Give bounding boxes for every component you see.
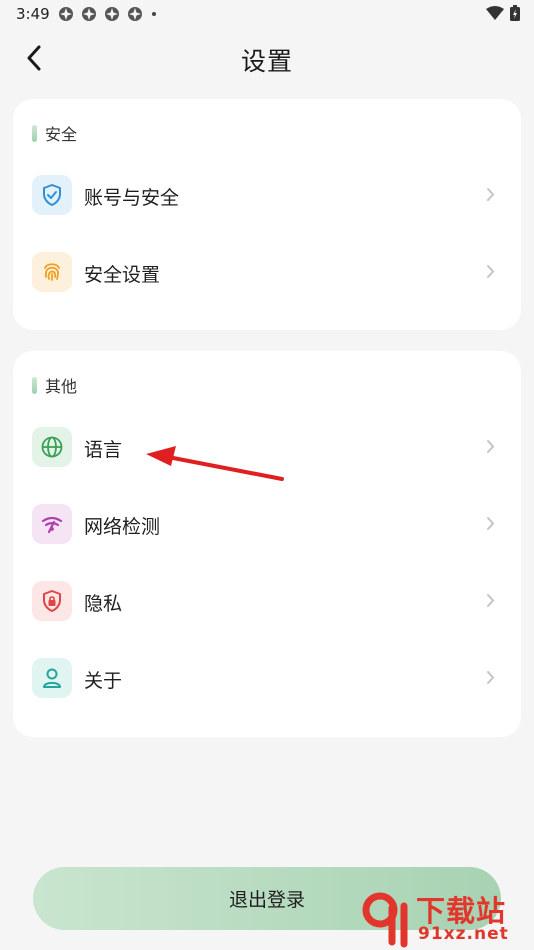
notification-app-icon [128,7,142,21]
item-label: 关于 [84,670,123,692]
item-label: 隐私 [84,593,123,615]
settings-item-about[interactable]: 关于 [13,647,521,709]
settings-item-account-security[interactable]: 账号与安全 [13,164,521,226]
chevron-right-icon [487,517,495,530]
other-section-card: 其他 语言 网络检测 隐私 关于 [13,351,521,737]
status-bar: 3:49 [0,0,534,28]
section-header: 安全 [32,121,77,145]
chevron-right-icon [487,671,495,684]
shield-check-icon [32,175,72,215]
item-label: 语言 [84,439,123,461]
more-notifications-dot [152,12,156,16]
fingerprint-icon [32,252,72,292]
notification-app-icon [105,7,119,21]
settings-item-security-settings[interactable]: 安全设置 [13,241,521,303]
item-label: 网络检测 [84,516,161,538]
section-label: 安全 [45,125,78,144]
notification-app-icon [82,7,96,21]
notification-app-icon [59,7,73,21]
chevron-right-icon [487,265,495,278]
privacy-lock-icon [32,581,72,621]
item-label: 安全设置 [84,264,161,286]
app-header: 设置 [0,30,534,88]
settings-item-language[interactable]: 语言 [13,416,521,478]
logout-label: 退出登录 [228,889,305,911]
notification-icons [58,6,156,22]
section-header: 其他 [32,373,77,397]
globe-icon [32,427,72,467]
status-time: 3:49 [16,5,50,23]
watermark-url: 91xz.net [418,924,509,944]
system-status-icons [486,5,520,21]
watermark: 下载站 91xz.net [358,888,530,948]
section-accent-bar [32,376,37,394]
wifi-signal-icon [32,504,72,544]
security-section-card: 安全 账号与安全 安全设置 [13,99,521,330]
settings-item-network-check[interactable]: 网络检测 [13,493,521,555]
person-icon [32,658,72,698]
settings-item-privacy[interactable]: 隐私 [13,570,521,632]
battery-icon [510,5,520,21]
item-label: 账号与安全 [84,187,180,209]
wifi-icon [486,6,504,20]
page-title: 设置 [240,47,293,76]
watermark-logo-icon [362,892,408,948]
section-accent-bar [32,124,37,142]
chevron-right-icon [487,440,495,453]
chevron-right-icon [487,188,495,201]
chevron-right-icon [487,594,495,607]
section-label: 其他 [45,377,78,396]
